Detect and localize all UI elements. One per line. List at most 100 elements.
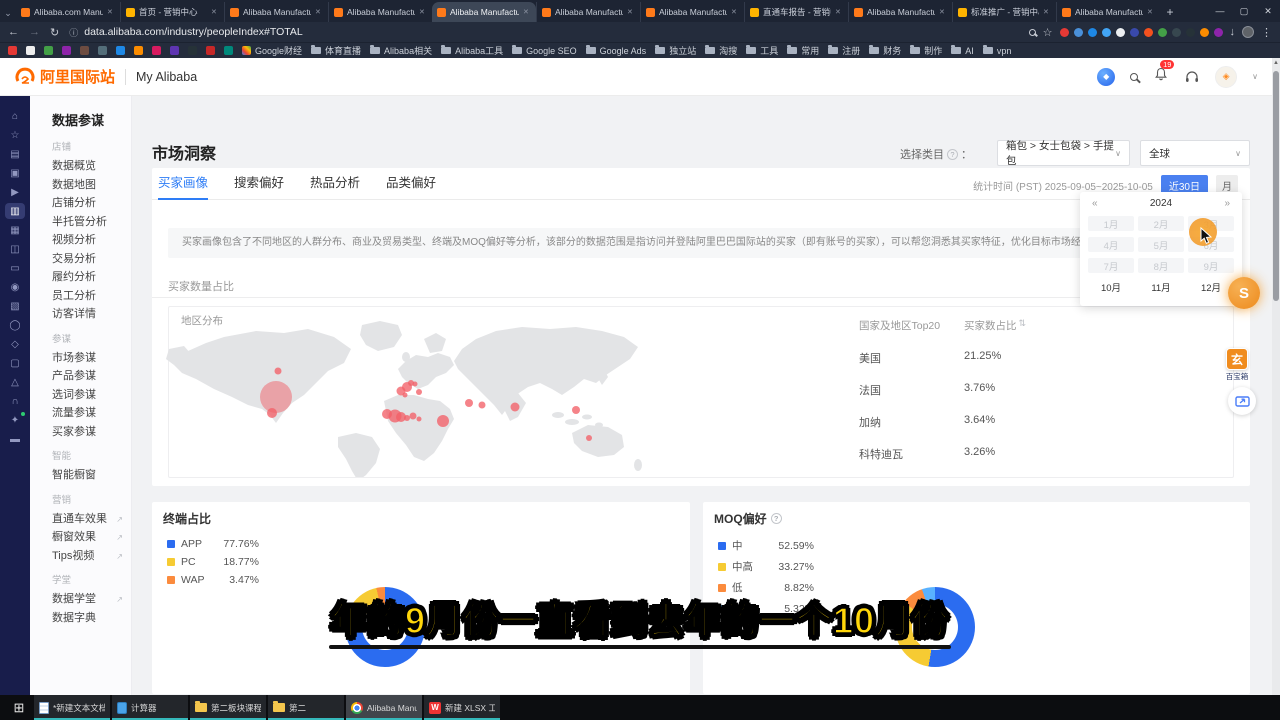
site-info-icon[interactable]: ⓘ	[69, 26, 78, 39]
extension-icon[interactable]	[1186, 28, 1195, 37]
bookmark-favicon-icon[interactable]	[26, 46, 35, 55]
message-icon[interactable]: ▭	[5, 260, 25, 276]
bookmark-favicon-icon[interactable]	[152, 46, 161, 55]
extension-icon[interactable]	[1200, 28, 1209, 37]
sidenav-item-市场参谋[interactable]: 市场参谋	[52, 353, 131, 365]
tab-搜索偏好[interactable]: 搜索偏好	[234, 168, 284, 200]
sidenav-item-选词参谋[interactable]: 选词参谋	[52, 390, 131, 402]
site-logo-text[interactable]: 阿里国际站	[40, 66, 115, 87]
global-compass-icon[interactable]: ◆	[1097, 68, 1115, 86]
sort-icon[interactable]: ⇅	[1019, 318, 1027, 333]
bookmark-favicon-icon[interactable]	[98, 46, 107, 55]
buyer-bubble[interactable]	[267, 408, 277, 418]
sidenav-item-买家参谋[interactable]: 买家参谋	[52, 427, 131, 439]
bookmark-item[interactable]: vpn	[983, 46, 1012, 56]
extension-icon[interactable]	[1130, 28, 1139, 37]
customers-icon[interactable]: ◉	[5, 279, 25, 295]
sidenav-item-智能橱窗[interactable]: 智能橱窗	[52, 470, 131, 482]
scrollbar-thumb[interactable]	[1273, 71, 1279, 301]
menu-icon[interactable]: ⋮	[1261, 26, 1272, 39]
bookmark-item[interactable]: 淘搜	[705, 44, 737, 57]
start-button[interactable]: ⊞	[6, 695, 32, 720]
tab-close-icon[interactable]: ✕	[1147, 8, 1155, 16]
buyer-bubble[interactable]	[404, 415, 410, 421]
world-map[interactable]	[166, 317, 686, 477]
tab-热品分析[interactable]: 热品分析	[310, 168, 360, 200]
taskbar-item[interactable]: 计算器	[112, 695, 188, 720]
bookmark-favicon-icon[interactable]	[116, 46, 125, 55]
customer-service-icon[interactable]	[1184, 69, 1200, 85]
browser-tab[interactable]: Alibaba Manufacturer D✕	[536, 2, 640, 22]
tab-search-chevron-icon[interactable]: ⌄	[0, 4, 16, 22]
favorites-icon[interactable]: ☆	[5, 127, 25, 143]
buyer-bubble[interactable]	[260, 381, 292, 413]
sidenav-item-履约分析[interactable]: 履约分析	[52, 272, 131, 284]
bookmark-item[interactable]: Alibaba相关	[370, 44, 432, 57]
taskbar-item[interactable]: 第二	[268, 695, 344, 720]
tab-close-icon[interactable]: ✕	[315, 8, 323, 16]
taskbar-item[interactable]: Alibaba Manufact...	[346, 695, 422, 720]
moq-info-icon[interactable]	[771, 513, 782, 524]
download-icon[interactable]: ↓	[1230, 26, 1236, 38]
sidenav-item-数据地图[interactable]: 数据地图	[52, 180, 131, 192]
service-icon[interactable]: ∩	[5, 393, 25, 409]
bookmark-item[interactable]: 制作	[910, 44, 942, 57]
bookmark-favicon-icon[interactable]	[224, 46, 233, 55]
browser-tab[interactable]: Alibaba Manufacturer D✕	[224, 2, 328, 22]
browser-tab[interactable]: Alibaba Manufacturer D✕	[432, 2, 536, 22]
bookmark-item[interactable]: 注册	[828, 44, 860, 57]
bookmark-item[interactable]: 常用	[787, 44, 819, 57]
calendar-month-4月[interactable]: 4月	[1088, 237, 1134, 252]
bookmark-item[interactable]: Google财经	[242, 44, 302, 57]
tab-close-icon[interactable]: ✕	[835, 8, 843, 16]
bookmark-item[interactable]: 工具	[746, 44, 778, 57]
taskbar-item[interactable]: W新建 XLSX 工作表...	[424, 695, 500, 720]
xuan-widget[interactable]: 玄 百宝箱	[1224, 348, 1250, 382]
security-icon[interactable]: △	[5, 374, 25, 390]
calendar-month-8月[interactable]: 8月	[1138, 258, 1184, 273]
zoom-icon[interactable]	[1029, 29, 1036, 36]
products-icon[interactable]: ◇	[5, 336, 25, 352]
sidenav-item-Tips视频[interactable]: Tips视频↗	[52, 551, 131, 563]
tab-close-icon[interactable]: ✕	[211, 8, 219, 16]
ai-icon[interactable]: ✦	[5, 412, 25, 428]
reload-icon[interactable]: ↻	[50, 26, 59, 39]
table-row[interactable]: 科特迪瓦3.26%	[859, 446, 1219, 462]
bookmark-favicon-icon[interactable]	[170, 46, 179, 55]
tab-close-icon[interactable]: ✕	[1043, 8, 1051, 16]
search-icon[interactable]	[1130, 73, 1138, 81]
extension-icon[interactable]	[1060, 28, 1069, 37]
bookmark-item[interactable]: 财务	[869, 44, 901, 57]
buyer-bubble[interactable]	[275, 368, 282, 375]
bookmark-item[interactable]: Google Ads	[586, 46, 647, 56]
table-row[interactable]: 法国3.76%	[859, 382, 1219, 398]
category-select[interactable]: 箱包 > 女士包袋 > 手提包 ∨	[997, 140, 1130, 166]
buyer-bubble[interactable]	[586, 435, 592, 441]
tab-close-icon[interactable]: ✕	[731, 8, 739, 16]
bookmark-favicon-icon[interactable]	[206, 46, 215, 55]
notifications[interactable]: 19	[1153, 66, 1169, 87]
extension-icon[interactable]	[1214, 28, 1223, 37]
calendar-month-9月[interactable]: 9月	[1188, 258, 1234, 273]
buyer-bubble[interactable]	[572, 406, 580, 414]
back-icon[interactable]: ←	[8, 26, 19, 38]
buyer-bubble[interactable]	[437, 415, 449, 427]
extension-icon[interactable]	[1074, 28, 1083, 37]
sidenav-item-半托管分析[interactable]: 半托管分析	[52, 217, 131, 229]
orders-icon[interactable]: ▣	[5, 165, 25, 181]
screen-share-button[interactable]	[1228, 387, 1256, 415]
buyer-bubble[interactable]	[413, 382, 418, 387]
calendar-month-5月[interactable]: 5月	[1138, 237, 1184, 252]
bookmark-favicon-icon[interactable]	[134, 46, 143, 55]
tab-close-icon[interactable]: ✕	[523, 8, 531, 16]
bookmark-star-icon[interactable]: ☆	[1043, 26, 1053, 39]
taskbar-item[interactable]: *新建文本文档.txt -...	[34, 695, 110, 720]
analytics-icon[interactable]: ▥	[5, 203, 25, 219]
buyer-bubble[interactable]	[465, 399, 473, 407]
filter-info-icon[interactable]	[947, 149, 958, 160]
browser-tab[interactable]: Alibaba Manufacturer D✕	[328, 2, 432, 22]
shop-icon[interactable]: ▤	[5, 146, 25, 162]
calendar-month-11月[interactable]: 11月	[1138, 279, 1184, 294]
maximize-button[interactable]: ▢	[1232, 6, 1256, 17]
taskbar-item[interactable]: 第二板块课程	[190, 695, 266, 720]
